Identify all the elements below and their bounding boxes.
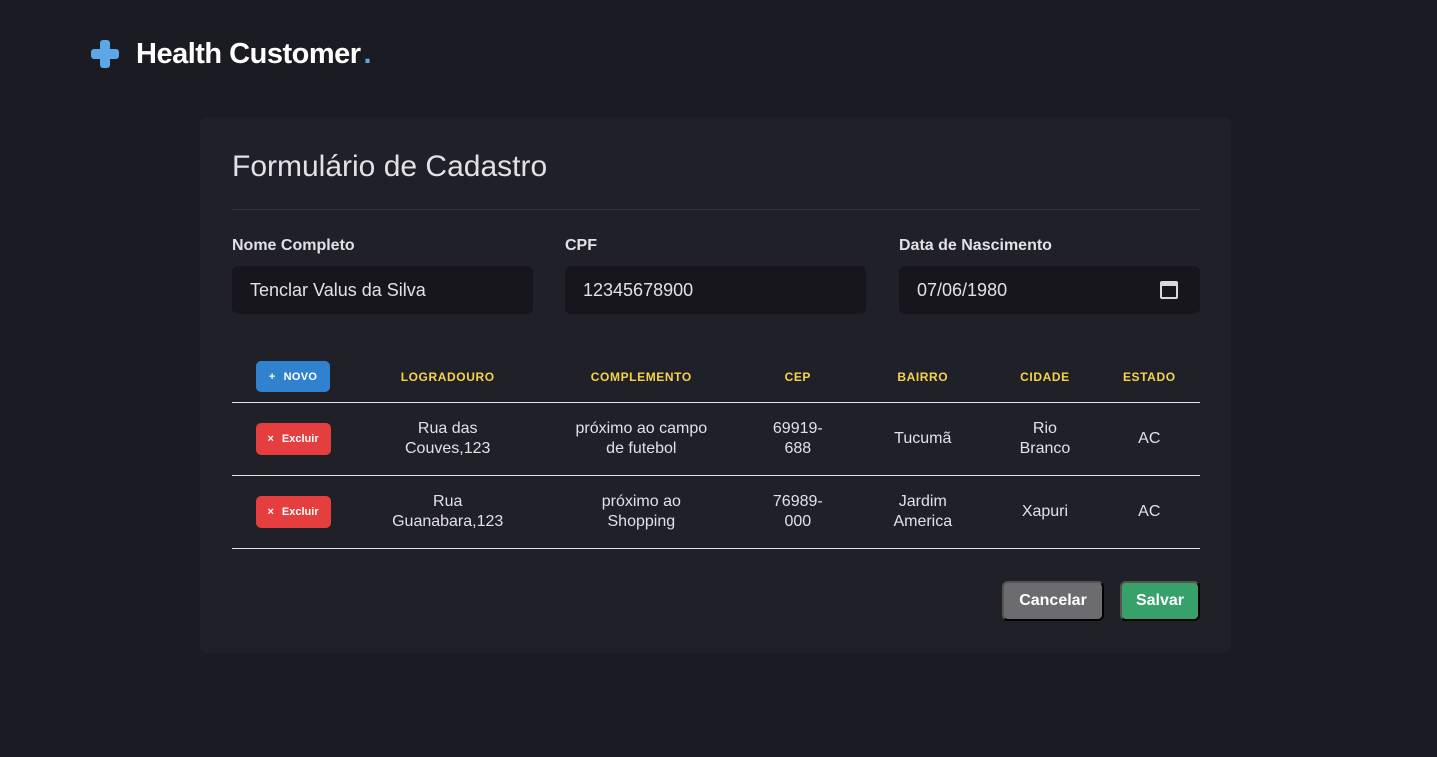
cell-complemento: próximo ao campo de futebol [541, 402, 742, 476]
close-icon: × [267, 505, 274, 518]
row-actions: × Excluir [232, 402, 355, 476]
delete-button-label: Excluir [281, 432, 319, 445]
registration-card: Formulário de Cadastro Nome Completo Ten… [200, 117, 1231, 653]
nascimento-value: 07/06/1980 [917, 279, 1008, 300]
nascimento-field: Data de Nascimento 07/06/1980 [899, 237, 1200, 314]
nascimento-label: Data de Nascimento [899, 237, 1052, 254]
plus-icon: + [268, 370, 276, 383]
nome-label: Nome Completo [232, 237, 355, 254]
save-button[interactable]: Salvar [1120, 581, 1200, 621]
calendar-icon[interactable] [1160, 281, 1178, 299]
new-button-label: NOVO [283, 370, 318, 383]
header-bairro: BAIRRO [854, 352, 992, 403]
cell-cidade: Rio Branco [991, 402, 1099, 476]
cpf-label: CPF [565, 237, 597, 254]
cell-logradouro: Rua das Couves,123 [354, 402, 542, 476]
delete-button-label: Excluir [281, 505, 319, 518]
address-table: + NOVO LOGRADOURO COMPLEMENTO CEP BAIRRO… [232, 352, 1200, 549]
brand-dot: . [363, 37, 372, 70]
cell-complemento: próximo ao Shopping [541, 475, 742, 549]
header-cep: CEP [741, 352, 855, 403]
cell-bairro: Jardim America [854, 475, 992, 549]
row-actions: × Excluir [232, 475, 355, 549]
delete-address-button[interactable]: × Excluir [255, 495, 331, 528]
cell-estado: AC [1098, 402, 1200, 476]
nascimento-input[interactable]: 07/06/1980 [899, 266, 1200, 314]
title-divider [232, 209, 1200, 210]
new-address-button[interactable]: + NOVO [256, 361, 331, 393]
cell-cep: 76989-000 [741, 475, 855, 549]
brand-name: Health Customer [136, 37, 361, 70]
header-logradouro: LOGRADOURO [354, 352, 542, 403]
app-header: Health Customer . [90, 36, 372, 72]
cancel-button[interactable]: Cancelar [1002, 581, 1104, 621]
table-header-row: + NOVO LOGRADOURO COMPLEMENTO CEP BAIRRO… [232, 352, 1200, 403]
header-estado: ESTADO [1098, 352, 1200, 403]
delete-address-button[interactable]: × Excluir [255, 422, 331, 455]
table-row: × Excluir Rua das Couves,123 próximo ao … [232, 402, 1200, 476]
cell-bairro: Tucumã [854, 402, 992, 476]
header-complemento: COMPLEMENTO [541, 352, 742, 403]
cell-cidade: Xapuri [991, 475, 1099, 549]
cpf-input[interactable]: 12345678900 [565, 266, 866, 314]
header-actions: + NOVO [232, 352, 355, 403]
nome-field: Nome Completo Tenclar Valus da Silva [232, 237, 533, 314]
plus-cross-icon [90, 39, 120, 69]
cell-estado: AC [1098, 475, 1200, 549]
cpf-field: CPF 12345678900 [565, 237, 866, 314]
form-title: Formulário de Cadastro [232, 150, 548, 183]
table-row: × Excluir Rua Guanabara,123 próximo ao S… [232, 475, 1200, 549]
header-cidade: CIDADE [991, 352, 1099, 403]
cell-cep: 69919-688 [741, 402, 855, 476]
nome-input[interactable]: Tenclar Valus da Silva [232, 266, 533, 314]
cell-logradouro: Rua Guanabara,123 [354, 475, 542, 549]
close-icon: × [267, 432, 274, 445]
